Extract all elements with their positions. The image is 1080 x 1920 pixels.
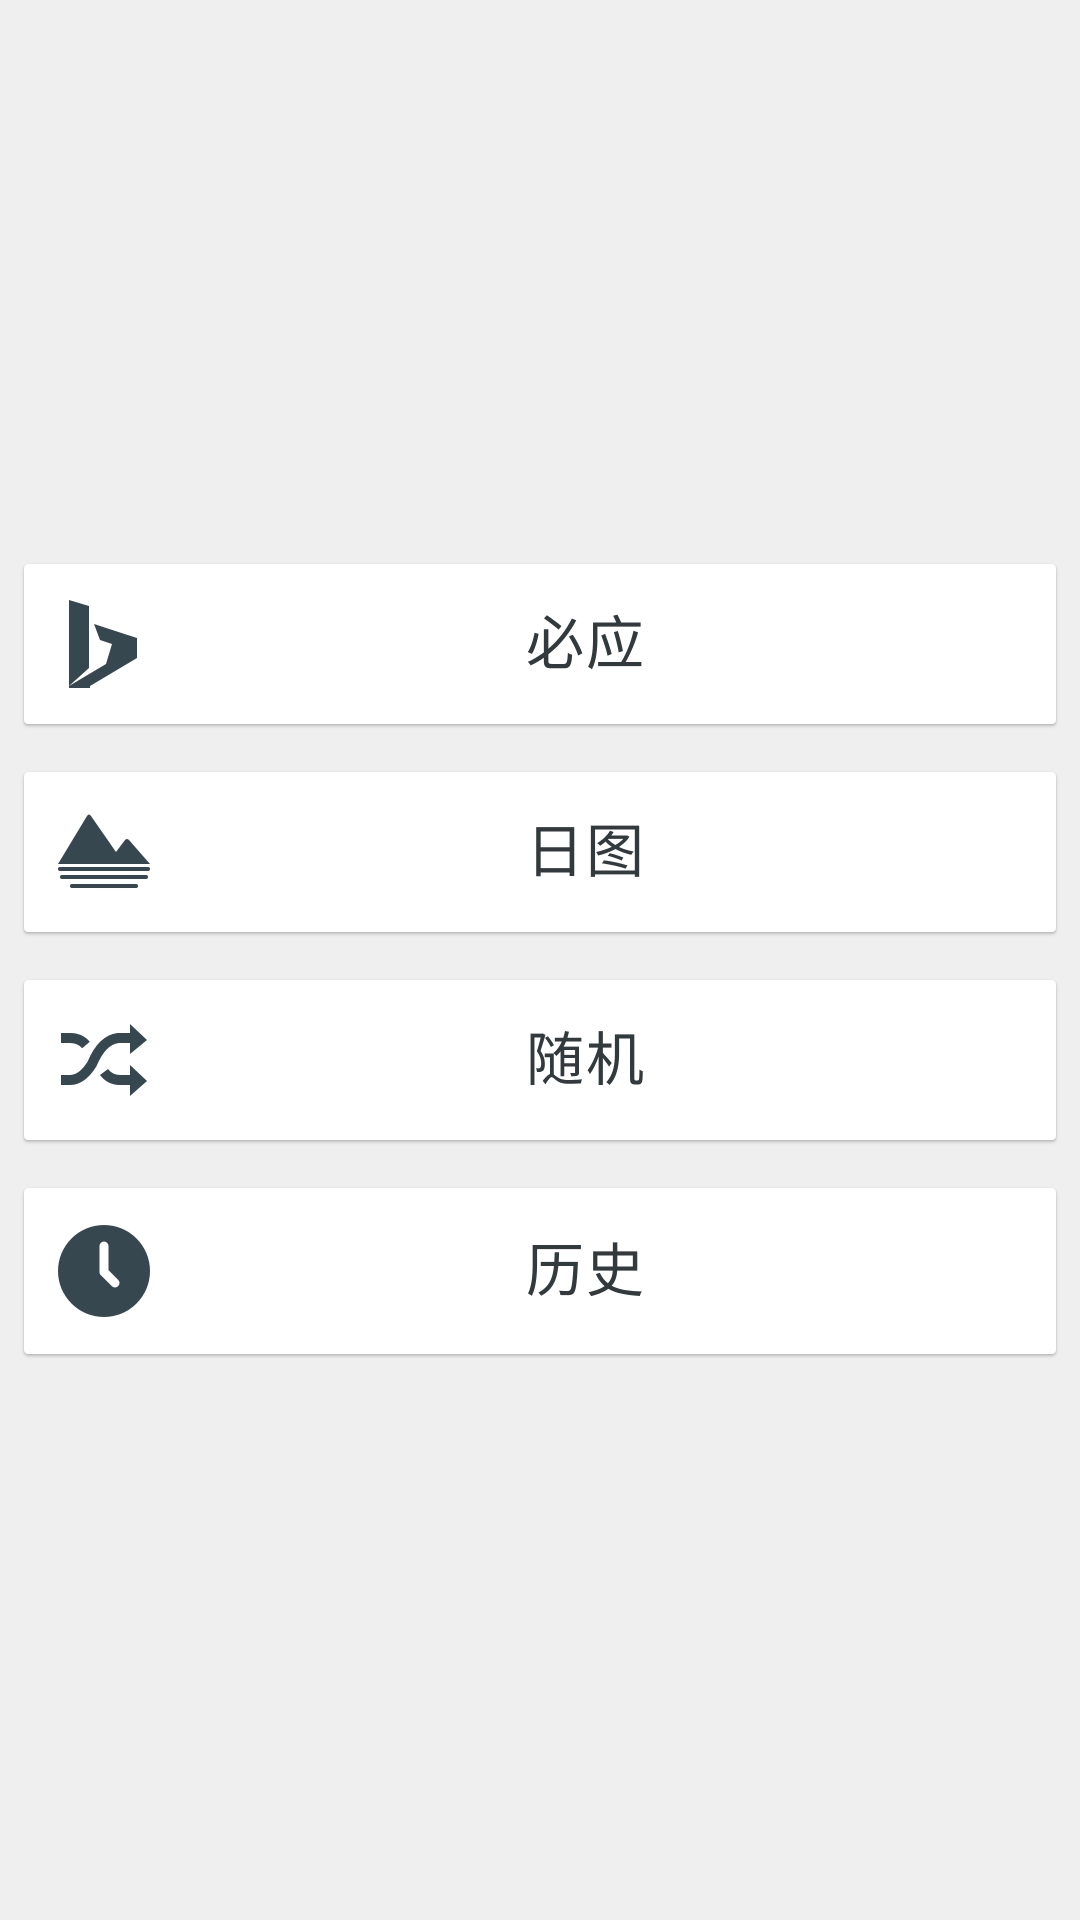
menu-item-random[interactable]: 随机: [24, 980, 1056, 1140]
main-menu: 必应 日图 随机 历史: [24, 564, 1056, 1354]
menu-item-label: 随机: [525, 1026, 646, 1094]
menu-item-label: 历史: [525, 1237, 646, 1305]
menu-item-label: 日图: [525, 818, 646, 886]
menu-item-daily-image[interactable]: 日图: [24, 772, 1056, 932]
screen: 必应 日图 随机 历史: [0, 0, 1080, 1920]
menu-item-label: 必应: [525, 610, 646, 678]
menu-item-bing[interactable]: 必应: [24, 564, 1056, 724]
menu-item-history[interactable]: 历史: [24, 1188, 1056, 1354]
